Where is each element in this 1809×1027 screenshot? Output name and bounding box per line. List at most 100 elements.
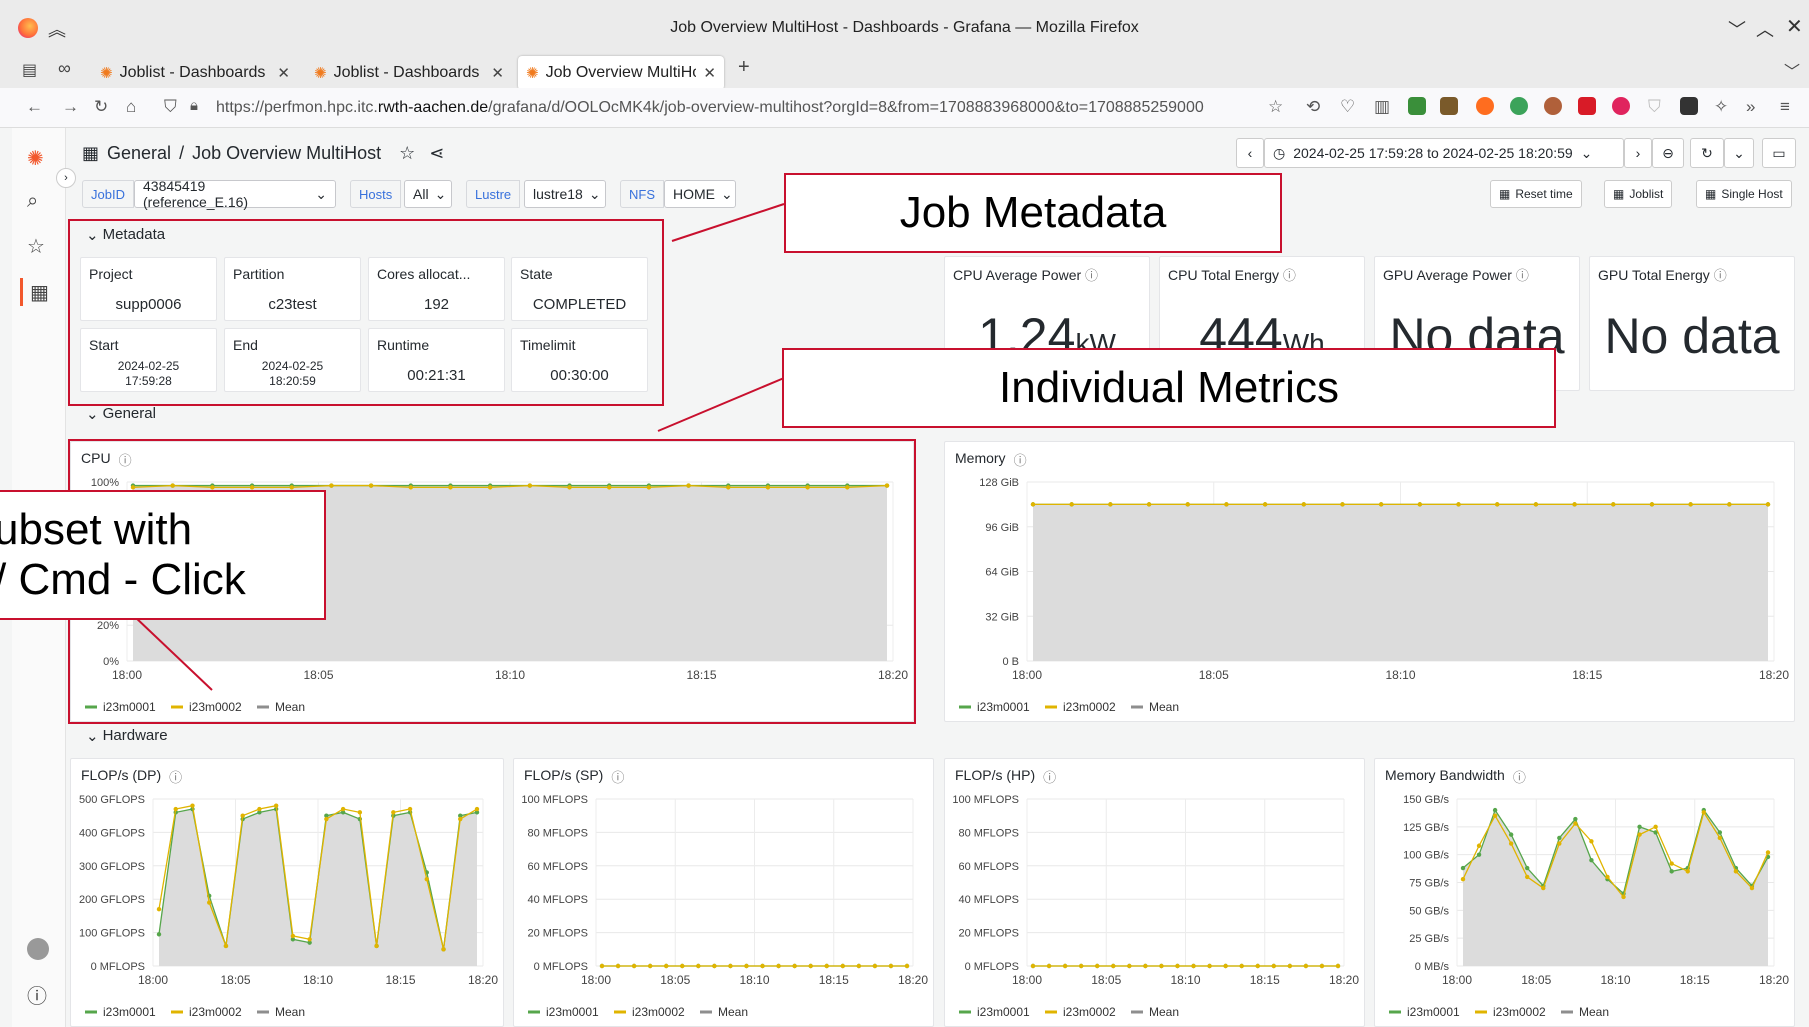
tab-joblist-1[interactable]: ✺ Joblist - Dashboards - Gr ✕ [92, 56, 298, 90]
pocket-icon[interactable]: ♡ [1340, 97, 1355, 117]
legend-label[interactable]: i23m0002 [1493, 1005, 1546, 1019]
reload-icon[interactable]: ↻ [94, 97, 108, 117]
tv-mode-button[interactable]: ▭ [1762, 138, 1796, 168]
search-icon[interactable]: ⌕ [27, 190, 38, 213]
extension-icon[interactable] [1578, 97, 1596, 115]
var-jobid-select[interactable]: 43845419 (reference_E.16) ⌄ [134, 178, 336, 210]
info-icon[interactable]: ⓘ [1085, 268, 1098, 283]
chart-membw[interactable]: 150 GB/s 125 GB/s 100 GB/s 75 GB/s 50 GB/s 25… [1375, 759, 1795, 1027]
close-window-icon[interactable]: ✕ [1786, 14, 1803, 39]
info-icon[interactable]: ⓘ [1283, 268, 1296, 283]
x-tick-label: 18:20 [878, 668, 908, 682]
tab-joblist-2[interactable]: ✺ Joblist - Dashboards - Gr ✕ [306, 56, 512, 90]
extension-icon[interactable] [1440, 97, 1458, 115]
var-hosts-select[interactable]: All ⌄ [404, 180, 452, 208]
legend-label[interactable]: i23m0002 [189, 1005, 242, 1019]
close-tab-icon[interactable]: ✕ [703, 64, 716, 82]
overflow-icon[interactable]: » [1746, 97, 1755, 117]
breadcrumb-root[interactable]: General [107, 143, 171, 164]
panel-flops-sp[interactable]: FLOP/s (SP) ⓘ 100 MFLOPS 80 MFLOPS 60 MFLOPS… [513, 758, 934, 1027]
legend-label[interactable]: i23m0002 [632, 1005, 685, 1019]
tab-job-overview[interactable]: ✺ Job Overview MultiHost ✕ [518, 56, 724, 90]
close-tab-icon[interactable]: ✕ [491, 64, 504, 82]
minimize-icon[interactable]: ﹀ [1728, 16, 1746, 42]
joblist-button[interactable]: ▦ Joblist [1604, 180, 1673, 208]
legend-label[interactable]: i23m0002 [1063, 1005, 1116, 1019]
grafana-logo-icon[interactable]: ✺ [27, 146, 44, 171]
maximize-icon[interactable]: ︿ [1756, 16, 1774, 42]
all-tabs-icon[interactable]: ﹀ [1784, 58, 1800, 82]
refresh-interval-button[interactable]: ⌄ [1724, 138, 1754, 168]
time-shift-back-button[interactable]: ‹ [1236, 138, 1264, 168]
expand-nav-icon[interactable]: › [56, 168, 76, 188]
dashboards-icon[interactable]: ▦ [30, 280, 49, 305]
reset-time-button[interactable]: ▦ Reset time [1490, 180, 1582, 208]
refresh-button[interactable]: ↻ [1690, 138, 1724, 168]
extension-icon[interactable] [1544, 97, 1562, 115]
row-general[interactable]: ⌄ General [86, 405, 156, 423]
legend-label[interactable]: Mean [275, 1005, 305, 1019]
data-point-i23m0002 [776, 963, 781, 969]
extension-icon[interactable] [1612, 97, 1630, 115]
close-tab-icon[interactable]: ✕ [277, 64, 290, 82]
private-browsing-icon[interactable]: ∞ [58, 58, 71, 79]
shield-extension-icon[interactable]: ⛉ [1648, 97, 1661, 117]
tracking-shield-icon[interactable]: ⛉ [164, 97, 177, 117]
row-metadata[interactable]: ⌄ Metadata [86, 226, 165, 244]
legend-label[interactable]: i23m0001 [1407, 1005, 1460, 1019]
chart-flops-dp[interactable]: 500 GFLOPS 400 GFLOPS 300 GFLOPS 200 GFLOPS… [71, 759, 504, 1027]
legend-label[interactable]: i23m0002 [1063, 700, 1116, 714]
share-icon[interactable]: ⋖ [429, 143, 444, 164]
info-icon[interactable]: ⓘ [1714, 268, 1727, 283]
starred-icon[interactable]: ☆ [27, 234, 45, 259]
url-bar[interactable]: https://perfmon.hpc.itc.rwth-aachen.de/g… [216, 92, 1256, 124]
legend-label[interactable]: Mean [1149, 700, 1179, 714]
extension-icon[interactable] [1680, 97, 1698, 115]
var-lustre-select[interactable]: lustre18 ⌄ [524, 180, 606, 208]
panel-membw[interactable]: Memory Bandwidth ⓘ 150 GB/s 125 GB/s 100 GB/… [1374, 758, 1795, 1027]
extension-icon[interactable] [1408, 97, 1426, 115]
var-nfs-select[interactable]: HOME ⌄ [664, 180, 736, 208]
x-tick-label: 18:05 [220, 973, 250, 987]
zoom-out-button[interactable]: ⊖ [1652, 138, 1684, 168]
grid-icon: ▦ [1705, 187, 1717, 201]
menu-icon[interactable]: ≡ [1780, 97, 1790, 117]
extension-icon[interactable] [1476, 97, 1494, 115]
help-icon[interactable]: ⓘ [27, 980, 47, 1009]
info-icon[interactable]: ⓘ [1516, 268, 1529, 283]
sidebar-toggle-icon[interactable]: ▤ [22, 60, 37, 80]
star-icon[interactable]: ☆ [399, 143, 415, 164]
bookmark-star-icon[interactable]: ☆ [1268, 97, 1283, 117]
time-range-picker[interactable]: ◷ 2024-02-25 17:59:28 to 2024-02-25 18:20… [1264, 138, 1624, 168]
panel-memory[interactable]: Memory ⓘ 128 GiB 96 GiB 64 GiB 32 GiB 0 B 18:00… [944, 441, 1795, 722]
reader-icon[interactable]: ▥ [1374, 97, 1390, 117]
legend-label[interactable]: i23m0001 [103, 700, 156, 714]
home-icon[interactable]: ⌂ [126, 97, 136, 117]
legend-label[interactable]: Mean [1579, 1005, 1609, 1019]
chart-flops-sp[interactable]: 100 MFLOPS 80 MFLOPS 60 MFLOPS 40 MFLOPS 20 … [514, 759, 934, 1027]
legend-label[interactable]: i23m0001 [103, 1005, 156, 1019]
panel-flops-dp[interactable]: FLOP/s (DP) ⓘ 500 GFLOPS 400 GFLOPS 300 GFLO… [70, 758, 504, 1027]
legend-label[interactable]: i23m0001 [977, 1005, 1030, 1019]
time-shift-forward-button[interactable]: › [1624, 138, 1652, 168]
back-icon[interactable]: ← [26, 97, 43, 117]
chart-memory[interactable]: 128 GiB 96 GiB 64 GiB 32 GiB 0 B18:00 18:05 18… [945, 442, 1795, 722]
legend-label[interactable]: i23m0001 [546, 1005, 599, 1019]
single-host-button[interactable]: ▦ Single Host [1696, 180, 1792, 208]
legend-label[interactable]: Mean [718, 1005, 748, 1019]
avatar[interactable] [27, 938, 49, 960]
new-tab-icon[interactable]: + [738, 56, 750, 79]
forward-icon[interactable]: → [62, 97, 79, 117]
history-icon[interactable]: ⟲ [1306, 97, 1320, 117]
lock-icon[interactable]: 🔒︎ [190, 97, 198, 114]
row-hardware[interactable]: ⌄ Hardware [86, 727, 168, 745]
legend-label[interactable]: Mean [275, 700, 305, 714]
x-tick-label: 18:05 [303, 668, 333, 682]
legend-label[interactable]: i23m0001 [977, 700, 1030, 714]
chart-flops-hp[interactable]: 100 MFLOPS 80 MFLOPS 60 MFLOPS 40 MFLOPS 20 … [945, 759, 1365, 1027]
legend-label[interactable]: Mean [1149, 1005, 1179, 1019]
extensions-puzzle-icon[interactable]: ✧ [1714, 97, 1728, 117]
legend-label[interactable]: i23m0002 [189, 700, 242, 714]
panel-flops-hp[interactable]: FLOP/s (HP) ⓘ 100 MFLOPS 80 MFLOPS 60 MFLOPS… [944, 758, 1365, 1027]
extension-icon[interactable] [1510, 97, 1528, 115]
